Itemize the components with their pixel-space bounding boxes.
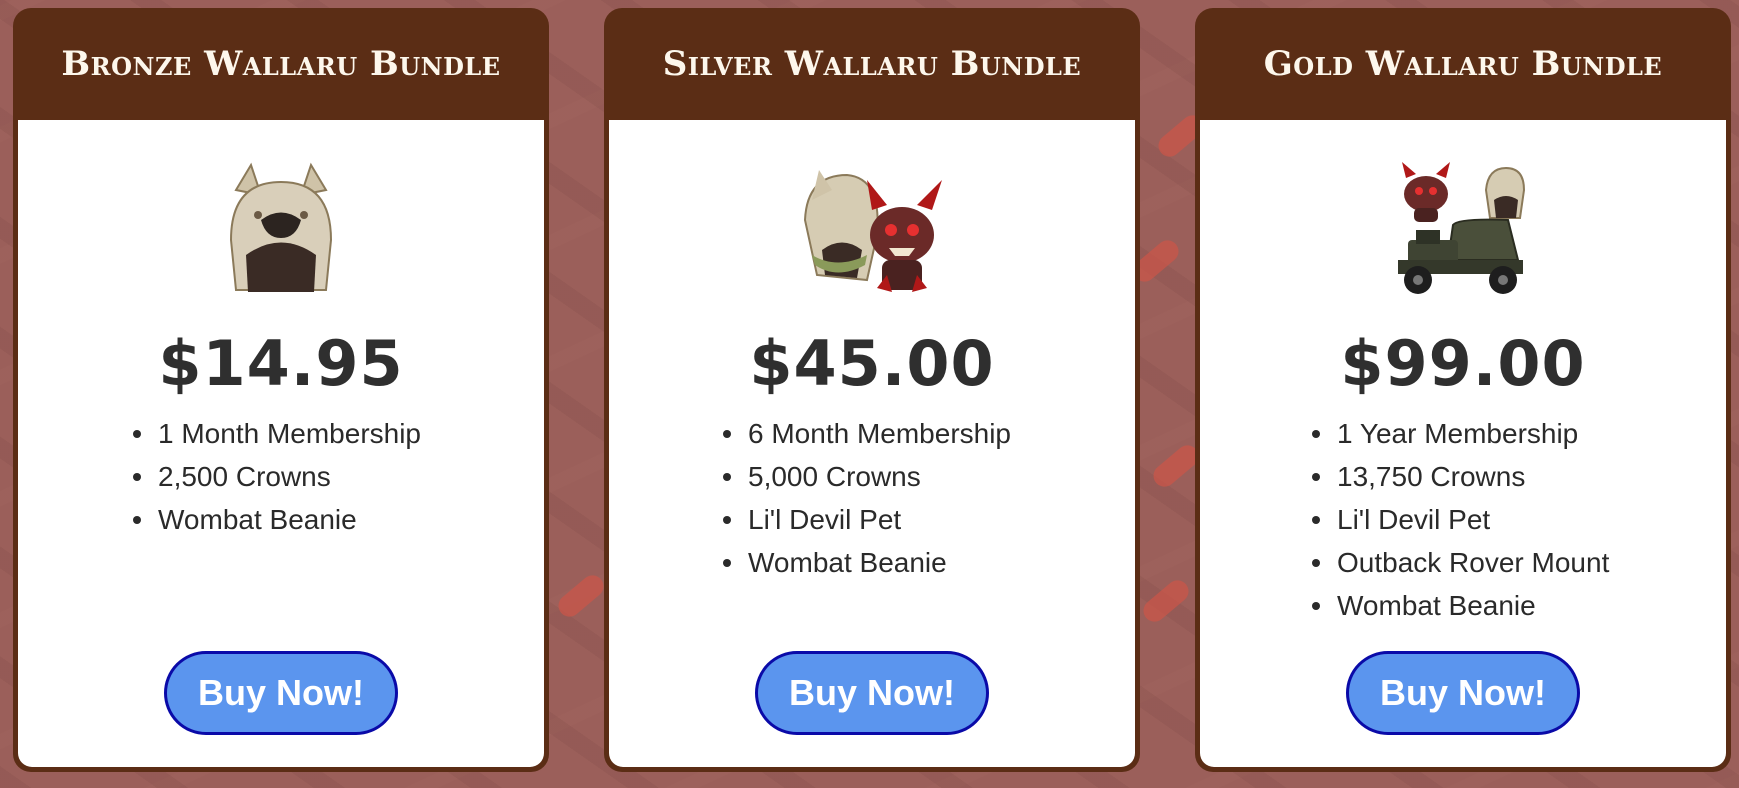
beanie-devil-pet-rover-icon (1398, 162, 1526, 294)
buy-now-button[interactable]: Buy Now! (1346, 651, 1580, 735)
bundle-item-list: 6 Month Membership 5,000 Crowns Li'l Dev… (609, 412, 1135, 584)
bundle-title: Bronze Wallaru Bundle (61, 44, 501, 84)
bundle-item: 13,750 Crowns (1312, 455, 1726, 498)
bundle-item-list: 1 Year Membership 13,750 Crowns Li'l Dev… (1200, 412, 1726, 627)
bundle-item: Wombat Beanie (723, 541, 1135, 584)
bundle-card-silver: Silver Wallaru Bundle $45.00 6 Month Mem… (604, 8, 1140, 772)
bundle-price: $45.00 (749, 327, 995, 400)
bundle-item: 5,000 Crowns (723, 455, 1135, 498)
bundle-card-bronze: Bronze Wallaru Bundle $14.95 1 Month Mem… (13, 8, 549, 772)
bundle-item: 6 Month Membership (723, 412, 1135, 455)
bundle-item-list: 1 Month Membership 2,500 Crowns Wombat B… (18, 412, 544, 541)
bundle-card-gold: Gold Wallaru Bundle $99.00 1 Year Member… (1195, 8, 1731, 772)
bundle-item: 1 Year Membership (1312, 412, 1726, 455)
bundle-card-body: $45.00 6 Month Membership 5,000 Crowns L… (609, 120, 1135, 767)
bundle-item: Wombat Beanie (1312, 584, 1726, 627)
bundle-title: Silver Wallaru Bundle (662, 44, 1082, 84)
buy-now-button[interactable]: Buy Now! (755, 651, 989, 735)
beanie-and-devil-pet-icon (803, 170, 942, 292)
bundle-item: 2,500 Crowns (133, 455, 544, 498)
buy-now-button[interactable]: Buy Now! (164, 651, 398, 735)
bundle-item: 1 Month Membership (133, 412, 544, 455)
bundle-card-body: $14.95 1 Month Membership 2,500 Crowns W… (18, 120, 544, 767)
bundle-price: $99.00 (1340, 327, 1586, 400)
bundle-item: Li'l Devil Pet (723, 498, 1135, 541)
bundle-item: Li'l Devil Pet (1312, 498, 1726, 541)
bundle-list: Bronze Wallaru Bundle $14.95 1 Month Mem… (0, 0, 1739, 788)
bundle-price: $14.95 (158, 327, 404, 400)
bundle-card-body: $99.00 1 Year Membership 13,750 Crowns L… (1200, 120, 1726, 767)
bundle-item: Wombat Beanie (133, 498, 544, 541)
bundle-title: Gold Wallaru Bundle (1263, 44, 1663, 84)
wombat-beanie-icon (229, 162, 333, 292)
bundle-item: Outback Rover Mount (1312, 541, 1726, 584)
